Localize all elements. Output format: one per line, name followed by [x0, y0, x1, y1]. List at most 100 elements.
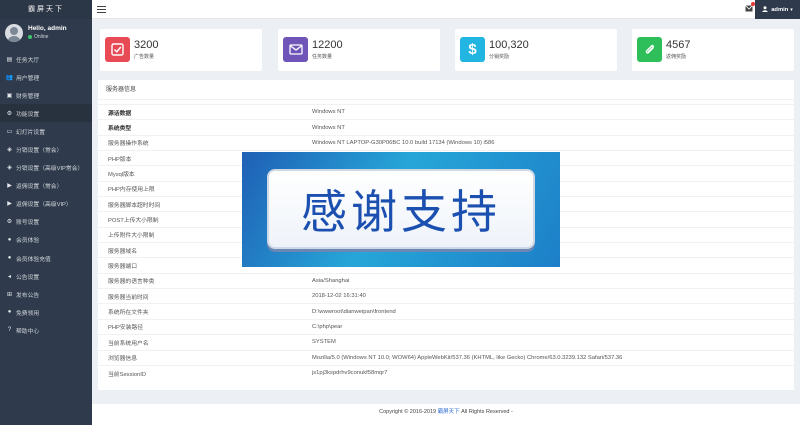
stat-value: 12200: [312, 39, 343, 51]
stat-label: 分销奖励: [489, 54, 510, 60]
megaphone-icon: ◂: [7, 273, 11, 280]
stat-label: 返佣奖励: [666, 54, 687, 60]
mail-icon[interactable]: [745, 2, 755, 12]
stat-card-tasks[interactable]: 12200 任务数量: [278, 29, 440, 71]
sidebar-item[interactable]: ◈ 分销设置（高级VIP常会）: [0, 159, 92, 177]
row-key: 当前系统用户名: [98, 334, 310, 350]
row-key: 浏览器信息: [98, 349, 310, 366]
online-dot-icon: [28, 35, 32, 39]
sidebar-item[interactable]: ▤ 任务大厅: [0, 50, 92, 68]
money-icon: ▣: [6, 92, 13, 99]
stat-card-distribution[interactable]: $ 100,320 分销奖励: [455, 29, 617, 71]
sidebar-item[interactable]: 👥 用户管理: [0, 68, 92, 86]
thanks-banner-image: 感谢支持: [242, 152, 560, 267]
table-row: PHP安装路径 C:\php\pear: [98, 318, 794, 335]
footer-brand-link[interactable]: 霸屏天下: [438, 409, 460, 415]
help-icon: ?: [7, 327, 12, 334]
sidebar-item[interactable]: ? 帮助中心: [0, 321, 92, 339]
sidebar-item-label: 用户管理: [16, 75, 40, 82]
envelope-icon: [283, 37, 308, 62]
avatar: [5, 23, 23, 42]
sidebar-item[interactable]: ⚙ 账号设置: [0, 213, 92, 231]
row-value: D:\wwwroot\dianweipan\frontend: [310, 303, 794, 320]
sidebar-item-label: 返佣设置（常会）: [16, 184, 63, 191]
footer-rights: All Rights Reserved -: [459, 409, 513, 415]
stat-value: 100,320: [489, 39, 529, 51]
check-square-icon: [105, 37, 130, 62]
thanks-banner-card: 感谢支持: [267, 169, 535, 249]
table-row: 服务器操作系统 Windows NT LAPTOP-G30P06BC 10.0 b…: [98, 134, 794, 151]
row-key: 源话数据: [98, 103, 310, 120]
sidebar-item-label: 任务大厅: [16, 57, 40, 64]
sidebar-item-label: 返佣设置（高级VIP）: [16, 202, 72, 209]
table-row: 当前SessionID js1pj3kspdrhv9conukf58mqr7: [98, 364, 794, 381]
stat-card-ads[interactable]: 3200 广告数量: [100, 29, 262, 71]
row-value: C:\php\pear: [310, 318, 794, 335]
stat-value: 4567: [666, 39, 691, 51]
stat-value: 3200: [134, 39, 159, 51]
sidebar-item[interactable]: ● 会员体验充值: [0, 249, 92, 267]
stat-label: 任务数量: [312, 54, 333, 60]
row-key: 系统所在文件夹: [98, 303, 310, 320]
video-icon: ▶: [7, 201, 12, 208]
sidebar-menu: ▤ 任务大厅 👥 用户管理 ▣ 财务管理 ⚙ 功能设置 ▭ 幻灯片设置 ◈ 分销设置（常会） ◈ 分销设置…: [0, 50, 92, 340]
user-status: Online: [28, 34, 67, 40]
gear-icon: ⚙: [6, 219, 13, 226]
row-key: PHP安装路径: [98, 318, 310, 335]
sidebar-item-label: 公告设置: [16, 274, 40, 281]
table-row: 服务器当前时间 2018-12-02 16:31:40: [98, 288, 794, 304]
admin-dropdown[interactable]: admin ▾: [755, 0, 800, 19]
share-icon: ◈: [7, 165, 12, 172]
user-panel: Hello, admin Online: [0, 19, 92, 46]
top-navbar: admin ▾: [92, 0, 800, 19]
sidebar-item[interactable]: ● 会员体验: [0, 231, 92, 249]
circle-icon: ●: [7, 309, 12, 316]
sidebar-item[interactable]: ◈ 分销设置（常会）: [0, 140, 92, 158]
caret-down-icon: ▾: [790, 6, 793, 13]
paperclip-icon: [637, 37, 662, 62]
sidebar-item-label: 分销设置（常会）: [16, 148, 63, 155]
sidebar-item[interactable]: ▭ 幻灯片设置: [0, 122, 92, 140]
sidebar-item[interactable]: ◂ 公告设置: [0, 267, 92, 285]
plus-square-icon: ⊞: [6, 291, 13, 298]
row-value: Windows NT LAPTOP-G30P06BC 10.0 build 17…: [310, 134, 794, 151]
footer-copyright: Copyright © 2016-2019: [379, 409, 438, 415]
user-status-label: Online: [34, 34, 49, 40]
row-value: js1pj3kspdrhv9conukf58mqr7: [310, 364, 794, 381]
sidebar-item[interactable]: ⚙ 功能设置: [0, 104, 92, 123]
user-name: Hello, admin: [28, 25, 67, 32]
menu-toggle-icon[interactable]: [97, 6, 106, 14]
panel-title: 服务器信息: [98, 80, 794, 100]
thanks-banner-text: 感谢支持: [301, 185, 501, 239]
table-row: 服务器的语言种类 Asia/Shanghai: [98, 272, 794, 289]
row-value: SYSTEM: [310, 334, 794, 350]
sidebar: 霸屏天下 Hello, admin Online ▤ 任务大厅 👥 用户管理 ▣ 财务管理…: [0, 0, 92, 425]
sidebar-item[interactable]: ▣ 财务管理: [0, 86, 92, 104]
sidebar-item-label: 幻灯片设置: [16, 129, 45, 136]
row-key: 当前SessionID: [98, 364, 310, 381]
share-icon: ◈: [7, 147, 12, 154]
row-value: Asia/Shanghai: [310, 272, 794, 289]
row-value: 2018-12-02 16:31:40: [310, 288, 794, 304]
row-key: 服务器操作系统: [98, 134, 310, 151]
row-key: 服务器当前时间: [98, 288, 310, 304]
row-key: 系统类型: [98, 119, 310, 136]
sidebar-item-label: 会员体验: [16, 238, 40, 245]
sidebar-item[interactable]: ▶ 返佣设置（常会）: [0, 177, 92, 195]
table-row: 系统所在文件夹 D:\wwwroot\dianweipan\frontend: [98, 303, 794, 320]
list-icon: ▤: [6, 56, 13, 63]
sidebar-item[interactable]: ● 免费领用: [0, 303, 92, 321]
sidebar-item-label: 功能设置: [16, 111, 40, 118]
dollar-icon: $: [460, 37, 485, 62]
sidebar-item[interactable]: ⊞ 发布公告: [0, 285, 92, 303]
brand-logo[interactable]: 霸屏天下: [0, 0, 92, 19]
admin-label: admin: [771, 6, 789, 13]
user-icon: [762, 5, 768, 14]
stat-card-commission[interactable]: 4567 返佣奖励: [632, 29, 794, 71]
sidebar-item-label: 帮助中心: [16, 328, 40, 335]
table-row: 当前系统用户名 SYSTEM: [98, 334, 794, 350]
row-key: 服务器的语言种类: [98, 272, 310, 289]
row-value: Mozilla/5.0 (Windows NT 10.0; WOW64) App…: [310, 349, 794, 366]
sidebar-item-label: 会员体验充值: [16, 256, 51, 263]
sidebar-item[interactable]: ▶ 返佣设置（高级VIP）: [0, 195, 92, 213]
